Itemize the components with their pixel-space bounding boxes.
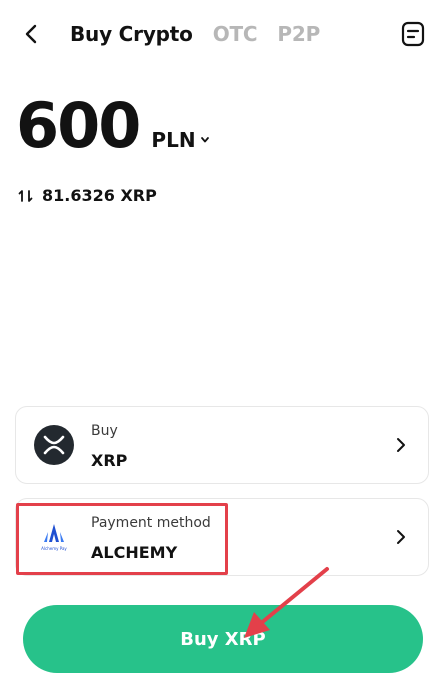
- tabs: Buy Crypto OTC P2P: [70, 22, 320, 46]
- chevron-left-icon[interactable]: [18, 20, 46, 48]
- alchemy-pay-icon: Alchemy Pay: [41, 524, 67, 551]
- payment-method-card[interactable]: Alchemy Pay Payment method ALCHEMY: [15, 498, 429, 576]
- chevron-right-icon: [397, 530, 405, 544]
- alchemy-logo-text: Alchemy Pay: [41, 546, 67, 551]
- conversion-amount: 81.6326 XRP: [42, 186, 157, 205]
- amount-value[interactable]: 600: [16, 95, 141, 157]
- tab-buy-crypto[interactable]: Buy Crypto: [70, 22, 193, 46]
- amount-row: 600 PLN: [16, 95, 210, 157]
- currency-label: PLN: [151, 128, 196, 152]
- tab-otc[interactable]: OTC: [213, 22, 258, 46]
- chevron-right-icon: [397, 438, 405, 452]
- currency-selector[interactable]: PLN: [151, 128, 209, 152]
- buy-label: Buy: [91, 423, 118, 439]
- conversion-row: 81.6326 XRP: [18, 186, 157, 205]
- payment-method-label: Payment method: [91, 515, 211, 531]
- buy-asset-value: XRP: [91, 451, 128, 470]
- orders-icon[interactable]: [400, 20, 426, 48]
- buy-xrp-button-label: Buy XRP: [180, 628, 266, 650]
- swap-icon[interactable]: [18, 188, 34, 204]
- header: Buy Crypto OTC P2P: [0, 0, 444, 70]
- xrp-icon: [34, 425, 74, 465]
- buy-xrp-button[interactable]: Buy XRP: [23, 605, 423, 673]
- payment-method-value: ALCHEMY: [91, 543, 178, 562]
- chevron-down-icon: [200, 137, 209, 143]
- buy-asset-card[interactable]: Buy XRP: [15, 406, 429, 484]
- tab-p2p[interactable]: P2P: [277, 22, 320, 46]
